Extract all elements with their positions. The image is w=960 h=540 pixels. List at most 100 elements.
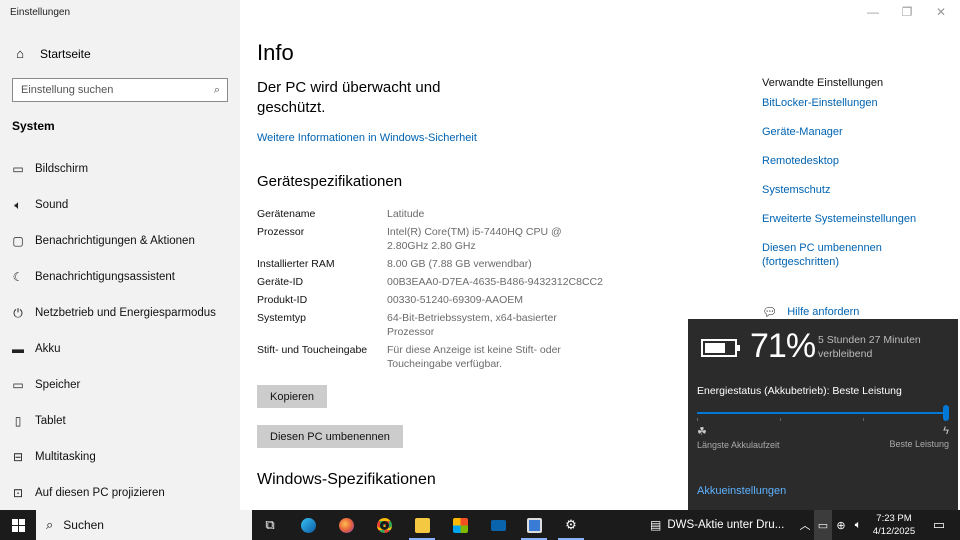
- file-explorer-icon[interactable]: [404, 510, 440, 540]
- battery-flyout: 71% 5 Stunden 27 Minuten verbleibend Ene…: [688, 319, 958, 510]
- tablet-icon: ▯: [14, 414, 22, 428]
- taskbar: ⌕ Suchen ⧉ ⚙ ▤ DWS-Aktie unter Dru... ︿ …: [0, 510, 960, 540]
- sidebar-item-label: Multitasking: [35, 451, 96, 463]
- battery-settings-link[interactable]: Akkueinstellungen: [697, 485, 786, 497]
- help-link[interactable]: 💬︎ Hilfe anfordern: [762, 305, 859, 319]
- notification-center-icon[interactable]: ▭: [924, 510, 954, 540]
- sidebar-item-akku[interactable]: ▬ Akku: [0, 331, 240, 367]
- leaf-icon: ☘︎: [697, 426, 707, 438]
- battery-remaining: 5 Stunden 27 Minuten verbleibend: [818, 334, 921, 360]
- sidebar-item-netzbetrieb[interactable]: ⏻ Netzbetrieb und Energiesparmodus: [0, 295, 240, 331]
- firefox-icon[interactable]: [328, 510, 364, 540]
- spec-value: 64-Bit-Betriebssystem, x64-basierter Pro…: [387, 312, 557, 338]
- power-mode-slider[interactable]: [697, 405, 949, 423]
- battery-percent: 71%: [750, 327, 816, 365]
- spec-value: 00B3EAA0-D7EA-4635-B486-9432312C8CC2: [387, 276, 603, 288]
- spec-row: Installierter RAM 8.00 GB (7.88 GB verwen…: [257, 257, 617, 271]
- related-link-rename-advanced[interactable]: Diesen PC umbenennen (fortgeschritten): [762, 241, 892, 269]
- spec-key: Prozessor: [257, 226, 305, 238]
- spec-value: 00330-51240-69309-AAOEM: [387, 294, 524, 306]
- windows-logo-icon: [11, 518, 25, 532]
- protection-heading: Der PC wird überwacht und geschützt.: [257, 79, 441, 116]
- left-label-text: Längste Akkulaufzeit: [697, 440, 780, 450]
- maximize-button[interactable]: ❐: [890, 5, 924, 19]
- store-icon[interactable]: [442, 510, 478, 540]
- page-title: Info: [257, 40, 294, 65]
- sidebar-item-label: Speicher: [35, 379, 81, 391]
- volume-icon[interactable]: 🔈︎: [850, 510, 866, 540]
- moon-icon: ☾: [12, 270, 24, 284]
- spec-row: Systemtyp 64-Bit-Betriebssystem, x64-basi…: [257, 311, 617, 339]
- chevron-up-icon[interactable]: ︿: [796, 510, 814, 540]
- security-link[interactable]: Weitere Informationen in Windows-Sicherh…: [257, 132, 477, 144]
- sidebar-item-label: Akku: [35, 343, 61, 355]
- longest-battery-label: ☘︎ Längste Akkulaufzeit: [697, 425, 780, 450]
- clock-time: 7:23 PM: [876, 513, 912, 524]
- rename-pc-button[interactable]: Diesen PC umbenennen: [257, 425, 403, 448]
- spec-value: Latitude: [387, 208, 425, 220]
- sidebar-item-multitasking[interactable]: ⊟ Multitasking: [0, 439, 240, 475]
- device-specs-table: Gerätename Latitude Prozessor Intel(R) Cor…: [257, 207, 617, 375]
- related-link-device-manager[interactable]: Geräte-Manager: [762, 125, 942, 139]
- sidebar-item-projizieren[interactable]: ⊡ Auf diesen PC projizieren: [0, 475, 240, 511]
- news-icon: ▤: [650, 518, 662, 532]
- sidebar-nav: ▭ Bildschirm 🔈︎ Sound ▢ Benachrichtigungen …: [0, 151, 240, 511]
- network-icon[interactable]: ⊕: [832, 510, 850, 540]
- mail-icon[interactable]: [480, 510, 516, 540]
- sidebar-item-label: Benachrichtigungsassistent: [35, 271, 175, 283]
- related-link-bitlocker[interactable]: BitLocker-Einstellungen: [762, 96, 942, 110]
- slider-thumb[interactable]: [943, 405, 949, 421]
- spec-row: Stift- und Toucheingabe Für diese Anzeige…: [257, 343, 617, 371]
- sidebar-item-benachrichtigungsassistent[interactable]: ☾ Benachrichtigungsassistent: [0, 259, 240, 295]
- home-nav-item[interactable]: ⌂ Startseite: [12, 46, 91, 61]
- settings-search-box[interactable]: ⌕: [12, 78, 228, 102]
- taskbar-search[interactable]: ⌕ Suchen: [36, 510, 252, 540]
- section-label: System: [12, 119, 55, 133]
- best-performance-label: ϟ Beste Leistung: [889, 425, 949, 449]
- sidebar-item-tablet[interactable]: ▯ Tablet: [0, 403, 240, 439]
- monitor-icon: ▭: [12, 162, 24, 176]
- sidebar-item-bildschirm[interactable]: ▭ Bildschirm: [0, 151, 240, 187]
- sidebar-item-benachrichtigungen[interactable]: ▢ Benachrichtigungen & Aktionen: [0, 223, 240, 259]
- taskbar-news[interactable]: ▤ DWS-Aktie unter Dru...: [650, 510, 784, 540]
- notification-icon: ▢: [12, 234, 24, 248]
- search-icon[interactable]: ⌕: [207, 84, 227, 97]
- home-label: Startseite: [40, 46, 91, 61]
- related-link-remote-desktop[interactable]: Remotedesktop: [762, 154, 942, 168]
- related-settings-heading: Verwandte Einstellungen: [762, 77, 884, 89]
- spec-value: 8.00 GB (7.88 GB verwendbar): [387, 258, 532, 270]
- start-button[interactable]: [0, 510, 36, 540]
- taskbar-clock[interactable]: 7:23 PM 4/12/2025: [868, 512, 920, 538]
- right-label-text: Beste Leistung: [889, 439, 949, 449]
- related-link-advanced-settings[interactable]: Erweiterte Systemeinstellungen: [762, 212, 942, 226]
- chrome-icon[interactable]: [366, 510, 402, 540]
- sidebar-item-speicher[interactable]: ▭ Speicher: [0, 367, 240, 403]
- spec-row: Geräte-ID 00B3EAA0-D7EA-4635-B486-9432312…: [257, 275, 617, 289]
- help-link-label: Hilfe anfordern: [787, 306, 860, 318]
- spec-row: Prozessor Intel(R) Core(TM) i5-7440HQ CPU…: [257, 225, 617, 253]
- related-link-system-protection[interactable]: Systemschutz: [762, 183, 942, 197]
- slider-track[interactable]: [697, 412, 949, 414]
- spec-key: Gerätename: [257, 208, 316, 220]
- minimize-button[interactable]: —: [856, 5, 890, 19]
- spec-row: Produkt-ID 00330-51240-69309-AAOEM: [257, 293, 617, 307]
- energy-status: Energiestatus (Akkubetrieb): Beste Leist…: [697, 385, 902, 397]
- device-specs-heading: Gerätespezifikationen: [257, 173, 403, 190]
- sidebar-item-label: Netzbetrieb und Energiesparmodus: [35, 307, 216, 319]
- task-view-icon[interactable]: ⧉: [252, 510, 288, 540]
- copy-button[interactable]: Kopieren: [257, 385, 328, 408]
- spec-key: Installierter RAM: [257, 258, 335, 270]
- power-icon: ⏻: [13, 305, 23, 320]
- help-chat-icon: 💬︎: [762, 305, 778, 319]
- edge-icon[interactable]: [290, 510, 326, 540]
- close-button[interactable]: ✕: [924, 5, 958, 19]
- settings-search-input[interactable]: [21, 84, 207, 96]
- news-text: DWS-Aktie unter Dru...: [667, 519, 785, 531]
- settings-gear-icon[interactable]: ⚙: [553, 510, 589, 540]
- battery-level-fill: [705, 343, 725, 353]
- battery-tray-icon[interactable]: ▭: [814, 510, 832, 540]
- windows-specs-heading: Windows-Spezifikationen: [257, 471, 436, 488]
- remote-app-icon[interactable]: [516, 510, 552, 540]
- sidebar-item-sound[interactable]: 🔈︎ Sound: [0, 187, 240, 223]
- sidebar-item-label: Bildschirm: [35, 163, 89, 175]
